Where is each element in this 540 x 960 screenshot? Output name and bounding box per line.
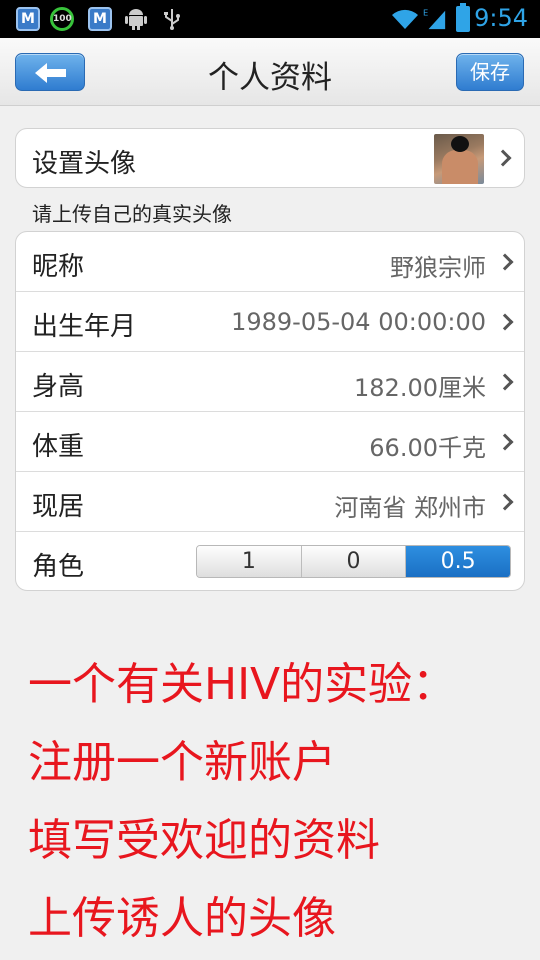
row-nickname[interactable]: 昵称 野狼宗师 xyxy=(16,232,524,292)
weight-label: 体重 xyxy=(32,432,85,462)
overlay-line-1: 一个有关HIV的实验： xyxy=(28,659,457,710)
m-app-icon: M xyxy=(16,7,40,31)
overlay-line-2: 注册一个新账户 xyxy=(28,737,336,788)
clock: 9:54 xyxy=(474,4,528,32)
role-option-0-5[interactable]: 0.5 xyxy=(406,546,510,577)
overlay-line-3: 填写受欢迎的资料 xyxy=(28,815,380,866)
chevron-right-icon xyxy=(496,313,514,331)
weight-value: 66.00千克 xyxy=(369,434,486,462)
height-value: 182.00厘米 xyxy=(354,374,486,402)
chevron-right-icon xyxy=(496,433,514,451)
save-button[interactable]: 保存 xyxy=(456,53,524,91)
set-avatar-row[interactable]: 设置头像 xyxy=(15,128,525,188)
status-bar: M 100 M E 9:54 xyxy=(0,0,540,38)
usb-icon xyxy=(164,9,180,30)
signal-icon: E xyxy=(423,7,446,30)
row-role: 角色 1 0 0.5 xyxy=(16,532,524,590)
row-weight[interactable]: 体重 66.00千克 xyxy=(16,412,524,472)
svg-text:E: E xyxy=(423,7,428,17)
avatar-hint: 请上传自己的真实头像 xyxy=(32,202,232,226)
role-label: 角色 xyxy=(32,552,85,582)
residence-value: 河南省 郑州市 xyxy=(334,494,486,522)
chevron-right-icon xyxy=(496,253,514,271)
chevron-right-icon xyxy=(494,149,512,167)
profile-info-card: 昵称 野狼宗师 出生年月 1989-05-04 00:00:00 身高 182.… xyxy=(15,231,525,591)
chevron-right-icon xyxy=(496,373,514,391)
wifi-icon xyxy=(392,9,418,29)
role-option-0[interactable]: 0 xyxy=(301,546,407,577)
overlay-line-4: 上传诱人的头像 xyxy=(28,893,336,944)
nickname-value: 野狼宗师 xyxy=(390,254,486,282)
birthdate-value: 1989-05-04 00:00:00 xyxy=(231,308,486,336)
nickname-label: 昵称 xyxy=(32,252,85,282)
role-option-1[interactable]: 1 xyxy=(197,546,302,577)
role-segmented-control[interactable]: 1 0 0.5 xyxy=(196,545,511,578)
height-label: 身高 xyxy=(32,372,85,402)
title-bar: 个人资料 保存 xyxy=(0,38,540,106)
row-residence[interactable]: 现居 河南省 郑州市 xyxy=(16,472,524,532)
set-avatar-label: 设置头像 xyxy=(32,149,137,179)
row-birthdate[interactable]: 出生年月 1989-05-04 00:00:00 xyxy=(16,292,524,352)
row-height[interactable]: 身高 182.00厘米 xyxy=(16,352,524,412)
residence-label: 现居 xyxy=(32,492,85,522)
chevron-right-icon xyxy=(496,493,514,511)
battery-icon xyxy=(456,3,470,32)
avatar-thumbnail xyxy=(434,134,484,184)
m-app-mail-icon: M xyxy=(88,7,112,31)
android-icon xyxy=(125,9,147,30)
battery-100-icon: 100 xyxy=(50,7,74,31)
birthdate-label: 出生年月 xyxy=(32,312,137,342)
